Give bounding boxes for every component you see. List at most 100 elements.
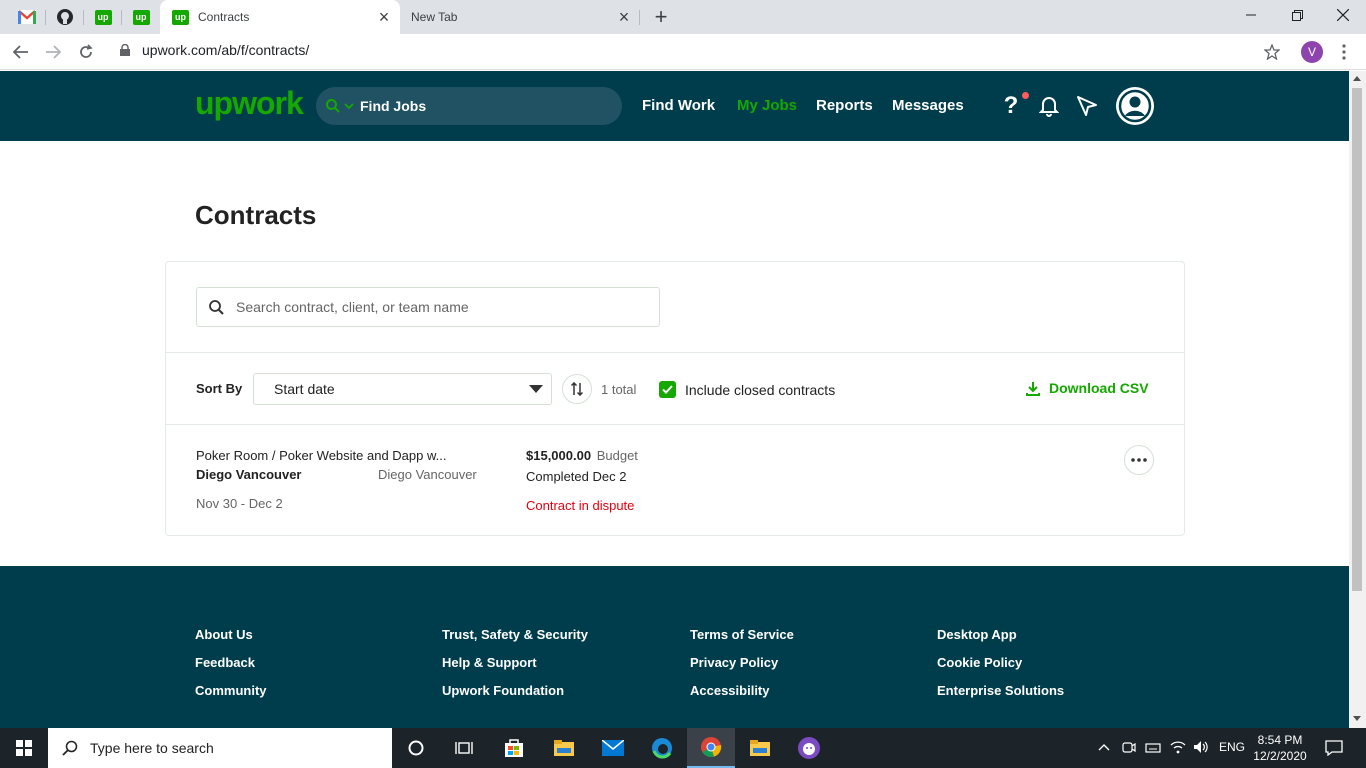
footer-link[interactable]: Help & Support xyxy=(442,655,537,670)
tab-new-tab[interactable]: New Tab × xyxy=(400,0,640,34)
user-icon xyxy=(1118,89,1152,123)
chrome-icon[interactable] xyxy=(687,728,735,768)
site-footer: About Us Feedback Community Trust, Safet… xyxy=(0,566,1349,728)
contract-status: Completed Dec 2 xyxy=(526,469,627,484)
user-avatar[interactable] xyxy=(1116,87,1154,125)
taskbar-clock[interactable]: 8:54 PM 12/2/2020 xyxy=(1252,732,1308,764)
url-field[interactable]: upwork.com/ab/f/contracts/ xyxy=(120,42,309,58)
file-explorer-icon[interactable] xyxy=(736,728,784,768)
kebab-menu-icon xyxy=(1342,44,1346,60)
ellipsis-icon xyxy=(1131,458,1147,462)
start-button[interactable] xyxy=(0,728,48,768)
nav-my-jobs[interactable]: My Jobs xyxy=(737,97,797,114)
contract-search-input[interactable] xyxy=(236,299,636,315)
forward-button[interactable] xyxy=(40,39,66,65)
url-text: upwork.com/ab/f/contracts/ xyxy=(142,42,310,58)
task-view-icon[interactable] xyxy=(440,728,488,768)
app-icon[interactable] xyxy=(785,728,833,768)
sort-direction-button[interactable] xyxy=(562,374,592,404)
notifications-bell-icon[interactable] xyxy=(1036,93,1062,119)
footer-link[interactable]: About Us xyxy=(195,627,253,642)
find-jobs-search[interactable]: Find Jobs xyxy=(316,87,622,125)
close-icon[interactable]: × xyxy=(614,7,634,27)
taskbar-search[interactable]: Type here to search xyxy=(48,728,392,768)
nav-messages[interactable]: Messages xyxy=(892,97,964,114)
profile-avatar[interactable]: V xyxy=(1301,41,1323,63)
back-button[interactable] xyxy=(8,39,34,65)
store-icon[interactable] xyxy=(490,728,538,768)
nav-find-work[interactable]: Find Work xyxy=(642,97,715,114)
footer-link[interactable]: Trust, Safety & Security xyxy=(442,627,588,642)
footer-link[interactable]: Community xyxy=(195,683,267,698)
scroll-down-arrow-icon[interactable] xyxy=(1353,716,1361,721)
pinned-tab-upwork-2[interactable]: up xyxy=(122,0,160,34)
close-icon xyxy=(1337,9,1349,21)
upwork-logo[interactable]: upwork xyxy=(195,85,304,122)
windows-taskbar: Type here to search ENG 8:54 PM 12/2/202… xyxy=(0,728,1366,768)
divider xyxy=(166,424,1184,425)
browser-menu-button[interactable] xyxy=(1331,39,1357,65)
nav-reports[interactable]: Reports xyxy=(816,97,873,114)
search-icon xyxy=(326,99,340,113)
send-proposal-icon[interactable] xyxy=(1074,93,1100,119)
sort-select[interactable]: Start date xyxy=(253,373,552,405)
keyboard-icon[interactable] xyxy=(1145,740,1161,757)
scroll-up-arrow-icon[interactable] xyxy=(1353,76,1361,81)
footer-link[interactable]: Upwork Foundation xyxy=(442,683,564,698)
amount-value: $15,000.00 xyxy=(526,448,592,463)
reload-button[interactable] xyxy=(73,39,99,65)
back-arrow-icon xyxy=(13,45,28,59)
footer-link[interactable]: Enterprise Solutions xyxy=(937,683,1064,698)
new-tab-button[interactable]: + xyxy=(648,4,674,29)
restore-button[interactable] xyxy=(1274,0,1320,30)
forward-arrow-icon xyxy=(46,45,61,59)
volume-icon[interactable] xyxy=(1193,740,1209,757)
address-bar: upwork.com/ab/f/contracts/ V xyxy=(0,34,1366,70)
cortana-icon[interactable] xyxy=(392,728,440,768)
contract-search[interactable] xyxy=(196,287,660,327)
pinned-tab-github[interactable] xyxy=(46,0,84,34)
caret-down-icon xyxy=(529,385,543,393)
help-notification-dot xyxy=(1022,92,1029,99)
file-explorer-icon[interactable] xyxy=(540,728,588,768)
download-csv-button[interactable]: Download CSV xyxy=(1026,380,1149,396)
contracts-card: Sort By Start date 1 total Include close… xyxy=(165,261,1185,536)
tab-contracts[interactable]: up Contracts × xyxy=(160,0,400,34)
include-closed-checkbox[interactable] xyxy=(659,381,676,398)
footer-link[interactable]: Feedback xyxy=(195,655,255,670)
more-options-button[interactable] xyxy=(1124,445,1154,475)
contract-dates: Nov 30 - Dec 2 xyxy=(196,496,283,511)
camera-icon[interactable] xyxy=(1122,740,1136,757)
pinned-tab-upwork-1[interactable]: up xyxy=(84,0,122,34)
language-indicator[interactable]: ENG xyxy=(1219,740,1245,754)
site-header: upwork Find Jobs Find Work My Jobs Repor… xyxy=(0,71,1349,141)
amount-type: Budget xyxy=(596,448,638,463)
footer-link[interactable]: Desktop App xyxy=(937,627,1017,642)
footer-link[interactable]: Accessibility xyxy=(690,683,770,698)
footer-link[interactable]: Privacy Policy xyxy=(690,655,778,670)
footer-link[interactable]: Terms of Service xyxy=(690,627,794,642)
lock-icon xyxy=(120,44,130,56)
help-icon[interactable]: ? xyxy=(998,92,1024,119)
close-icon[interactable]: × xyxy=(374,7,394,27)
pinned-tab-gmail[interactable] xyxy=(8,0,46,34)
footer-link[interactable]: Cookie Policy xyxy=(937,655,1022,670)
contract-title[interactable]: Poker Room / Poker Website and Dapp w... xyxy=(196,448,496,463)
mail-icon[interactable] xyxy=(589,728,637,768)
chevron-down-icon xyxy=(344,103,354,110)
upwork-icon: up xyxy=(172,9,189,25)
minimize-button[interactable] xyxy=(1228,0,1274,30)
wifi-icon[interactable] xyxy=(1170,740,1186,757)
window-close-button[interactable] xyxy=(1320,0,1366,30)
notifications-icon[interactable] xyxy=(1310,728,1358,768)
tray-expand-icon[interactable] xyxy=(1098,740,1110,754)
search-icon xyxy=(209,299,224,315)
tab-title: Contracts xyxy=(198,10,250,24)
reload-icon xyxy=(80,44,93,58)
edge-icon[interactable] xyxy=(638,728,686,768)
page-scrollbar[interactable] xyxy=(1349,71,1366,728)
bookmark-button[interactable] xyxy=(1259,39,1285,65)
scrollbar-thumb[interactable] xyxy=(1352,88,1362,591)
clock-date: 12/2/2020 xyxy=(1253,749,1307,763)
include-closed-label[interactable]: Include closed contracts xyxy=(685,382,835,398)
